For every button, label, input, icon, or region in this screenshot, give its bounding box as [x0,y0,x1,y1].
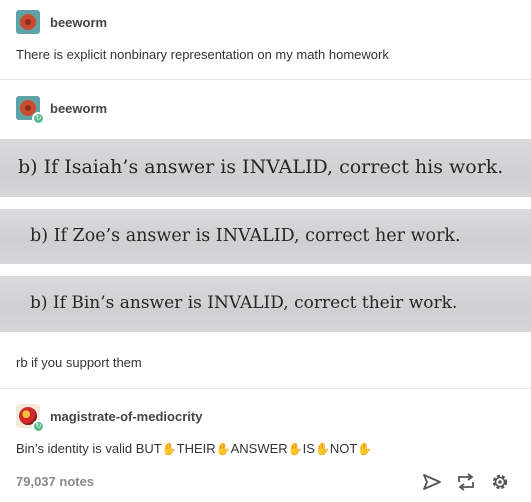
reblog-badge-icon: ↻ [32,112,45,125]
text-segment: Bin’s identity is valid BUT [16,441,162,456]
homework-photo-1[interactable]: b) If Isaiah’s answer is INVALID, correc… [0,139,531,197]
avatar[interactable]: ↻ [16,404,45,433]
homework-photo-3[interactable]: b) If Bin’s answer is INVALID, correct t… [0,276,531,332]
post-text: There is explicit nonbinary representati… [16,47,389,62]
share-icon[interactable] [421,471,443,493]
clapping-hands-icon: ✋ [161,442,177,456]
text-segment: ANSWER [230,441,288,456]
text-segment: THEIR [176,441,216,456]
reblog-caption: rb if you support them [16,355,142,370]
clapping-hands-icon: ✋ [314,442,330,456]
username[interactable]: beeworm [50,101,107,116]
reblog-header-beeworm: ↻ beeworm [16,96,107,125]
reblog-text: Bin’s identity is valid BUT✋THEIR✋ANSWER… [16,441,372,456]
photo-text: b) If Isaiah’s answer is INVALID, correc… [18,156,504,178]
reblog-header-magistrate: ↻ magistrate-of-mediocrity [16,404,202,433]
username[interactable]: beeworm [50,15,107,30]
settings-icon[interactable] [489,471,511,493]
notes-count[interactable]: 79,037 notes [16,474,94,489]
clapping-hands-icon: ✋ [215,442,231,456]
clapping-hands-icon: ✋ [287,442,303,456]
reblog-icon[interactable] [455,471,477,493]
text-segment: IS [302,441,315,456]
reblog-badge-icon: ↻ [32,420,45,433]
username[interactable]: magistrate-of-mediocrity [50,409,202,424]
avatar[interactable] [16,10,40,34]
clapping-hands-icon: ✋ [357,442,373,456]
divider [0,388,531,389]
homework-photo-2[interactable]: b) If Zoe’s answer is INVALID, correct h… [0,209,531,264]
post-header-beeworm: beeworm [16,10,107,34]
divider [0,79,531,80]
photo-text: b) If Bin’s answer is INVALID, correct t… [30,293,458,313]
avatar[interactable]: ↻ [16,96,45,125]
text-segment: NOT [329,441,358,456]
photo-text: b) If Zoe’s answer is INVALID, correct h… [30,226,461,246]
